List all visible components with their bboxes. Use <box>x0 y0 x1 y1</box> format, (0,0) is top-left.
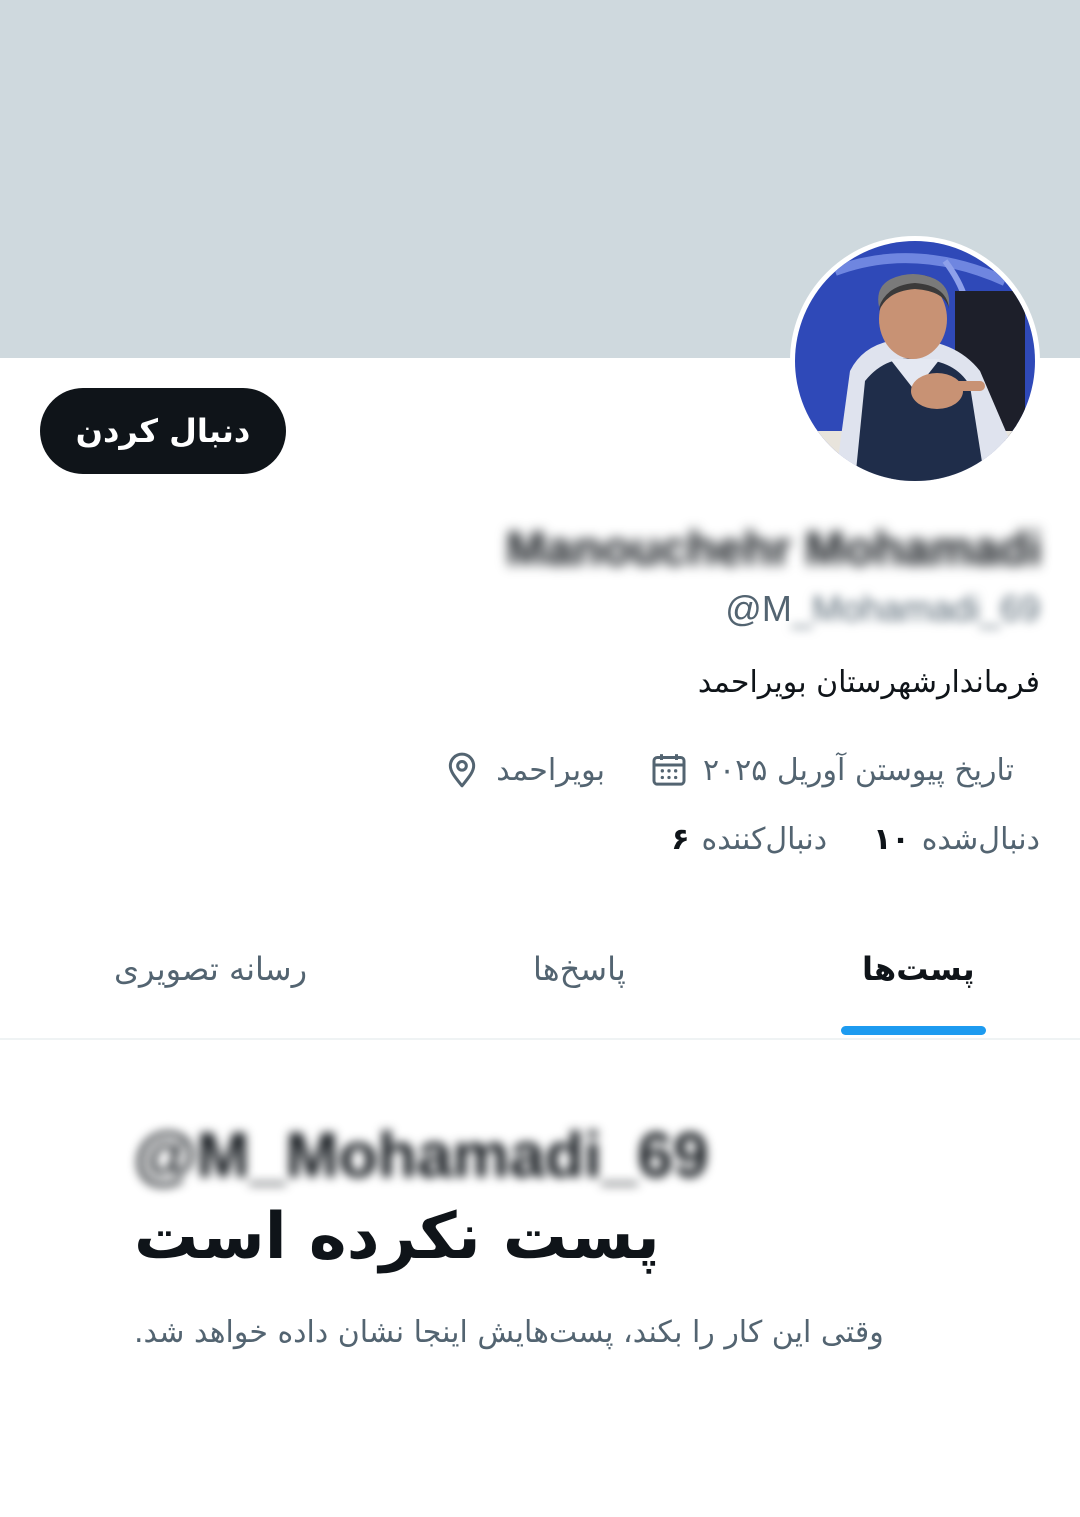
following-label: دنبال‌شده <box>921 822 1040 857</box>
joined-date: تاریخ پیوستن آوریل ۲۰۲۵ <box>649 750 1014 790</box>
tab-posts[interactable]: پست‌ها <box>862 950 975 988</box>
profile-bio: فرماندارشهرستان بویراحمد <box>697 665 1040 700</box>
user-handle: @M_Mohamadi_69 <box>725 588 1040 630</box>
empty-state-title: پست نکرده است <box>134 1200 660 1274</box>
followers-count: ۶ <box>671 822 690 857</box>
avatar-photo <box>795 241 1035 481</box>
follow-stats: دنبال‌شده ۱۰ دنبال‌کننده ۶ <box>671 822 1040 857</box>
profile-avatar[interactable] <box>790 236 1040 486</box>
profile-meta: تاریخ پیوستن آوریل ۲۰۲۵ بویراحمد <box>442 745 1014 795</box>
handle-rest: _Mohamadi_69 <box>791 588 1040 629</box>
follow-button[interactable]: دنبال کردن <box>40 388 286 474</box>
empty-state-subtitle: .وقتی این کار را بکند، پست‌هایش اینجا نش… <box>134 1315 884 1350</box>
location: بویراحمد <box>442 750 605 790</box>
tab-replies[interactable]: پاسخ‌ها <box>533 950 626 988</box>
joined-text: تاریخ پیوستن آوریل ۲۰۲۵ <box>702 752 1014 788</box>
tab-media[interactable]: رسانه تصویری <box>114 950 307 988</box>
empty-state-handle-text: @M_Mohamadi_69 <box>134 1119 709 1191</box>
handle-prefix: @M <box>725 588 792 629</box>
following-count: ۱۰ <box>873 822 910 857</box>
following-stat[interactable]: دنبال‌شده ۱۰ <box>873 822 1040 857</box>
empty-state-handle: @M_Mohamadi_69 <box>134 1118 709 1192</box>
calendar-icon <box>652 754 686 786</box>
location-text: بویراحمد <box>496 752 605 788</box>
active-tab-indicator <box>841 1026 986 1035</box>
followers-stat[interactable]: دنبال‌کننده ۶ <box>671 822 827 857</box>
display-name: Manouchehr Mohamadi <box>505 523 1042 576</box>
map-pin-icon <box>449 752 476 788</box>
profile-tabs: پست‌ها پاسخ‌ها رسانه تصویری <box>0 920 1080 1040</box>
followers-label: دنبال‌کننده <box>701 822 828 857</box>
